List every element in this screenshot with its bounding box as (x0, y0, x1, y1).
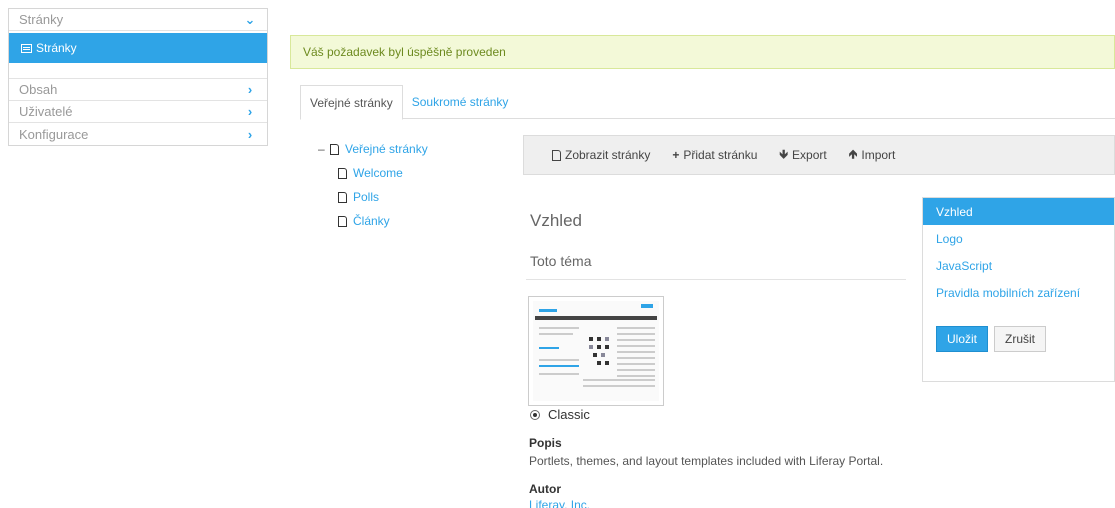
page-icon (330, 143, 339, 155)
preview-text-line (539, 347, 559, 349)
page-tree: – Veřejné stránky Welcome Polls Články (318, 137, 428, 233)
sidebar-section-label: Uživatelé (19, 104, 73, 119)
page-toolbar: Zobrazit stránky + Přidat stránku 🡻 Expo… (523, 135, 1115, 175)
tree-node-articles[interactable]: Články (318, 209, 428, 233)
export-button[interactable]: 🡻 Export (779, 145, 826, 166)
preview-button-shape (641, 304, 653, 308)
preview-text-line (539, 333, 573, 335)
chevron-down-icon: ⌄ (244, 11, 256, 27)
sidebar-section-pages[interactable]: Stránky ⌄ (9, 9, 267, 31)
pages-icon (21, 43, 32, 53)
chevron-right-icon: › (247, 104, 253, 119)
import-button[interactable]: 🡹 Import (849, 145, 896, 166)
sidebar-section-label: Konfigurace (19, 126, 89, 142)
sidebar-section-content[interactable]: Obsah › (9, 79, 267, 101)
sidebar-divider (9, 71, 267, 79)
preview-square (597, 361, 601, 365)
tree-node-label[interactable]: Články (353, 214, 390, 228)
panel-item-mobile-rules[interactable]: Pravidla mobilních zařízení (923, 279, 1114, 306)
tree-node-label[interactable]: Veřejné stránky (345, 142, 428, 156)
page-icon (338, 191, 347, 203)
preview-square (589, 345, 593, 349)
sidebar-item-pages[interactable]: Stránky (9, 33, 267, 63)
description-label: Popis (529, 436, 562, 450)
tree-node-label[interactable]: Polls (353, 190, 379, 204)
preview-square (597, 337, 601, 341)
cancel-button[interactable]: Zrušit (994, 326, 1047, 352)
preview-square (593, 353, 597, 357)
preview-text-line (617, 351, 655, 353)
page-icon (338, 167, 347, 179)
theme-preview-image (533, 301, 659, 401)
sidebar-section-configuration[interactable]: Konfigurace › (9, 123, 267, 145)
theme-name: Classic (548, 407, 590, 422)
sidebar: Stránky ⌄ Stránky Obsah › Uživatelé › Ko… (8, 8, 268, 146)
author-link[interactable]: Liferay, Inc. (529, 498, 590, 508)
page-title: Vzhled (530, 211, 582, 230)
preview-square (597, 345, 601, 349)
preview-text-line (617, 369, 655, 371)
preview-text-line (539, 359, 579, 361)
preview-nav-bar (535, 316, 657, 320)
sidebar-section-label: Obsah (19, 82, 58, 97)
tree-node-welcome[interactable]: Welcome (318, 161, 428, 185)
preview-text-line (617, 333, 655, 335)
page-icon (338, 215, 347, 227)
collapse-icon[interactable]: – (318, 142, 330, 156)
section-divider (526, 279, 906, 280)
plus-icon: + (672, 148, 680, 162)
export-label: Export (792, 148, 827, 162)
sidebar-section-label: Stránky (19, 12, 64, 27)
chevron-right-icon: › (247, 126, 253, 142)
preview-square (601, 353, 605, 357)
tab-bar: Veřejné stránky Soukromé stránky (300, 85, 1115, 120)
preview-logo-shape (539, 309, 557, 312)
preview-text-line (617, 363, 655, 365)
section-title: Toto téma (530, 253, 592, 269)
preview-square (589, 337, 593, 341)
panel-buttons: Uložit Zrušit (923, 326, 1114, 352)
tab-public-pages[interactable]: Veřejné stránky (300, 85, 403, 120)
sidebar-section-users[interactable]: Uživatelé › (9, 101, 267, 123)
preview-text-line (617, 327, 655, 329)
preview-text-line (617, 339, 655, 341)
preview-square (605, 345, 609, 349)
preview-text-line (539, 365, 579, 367)
import-label: Import (861, 148, 896, 162)
view-pages-label: Zobrazit stránky (565, 148, 651, 162)
theme-thumbnail[interactable] (528, 296, 664, 406)
preview-text-line (539, 373, 579, 375)
preview-text-line (539, 327, 579, 329)
look-and-feel-panel: Vzhled Logo JavaScript Pravidla mobilníc… (922, 197, 1115, 382)
add-page-label: Přidat stránku (683, 148, 758, 162)
preview-text-line (583, 385, 655, 387)
alert-message: Váš požadavek byl úspěšně proveden (303, 45, 506, 59)
add-page-button[interactable]: + Přidat stránku (672, 148, 757, 162)
preview-text-line (617, 375, 655, 377)
author-label: Autor (529, 482, 561, 496)
preview-square (605, 361, 609, 365)
panel-item-look[interactable]: Vzhled (923, 198, 1114, 225)
preview-text-line (583, 379, 655, 381)
preview-text-line (617, 357, 655, 359)
tree-root-node[interactable]: – Veřejné stránky (318, 137, 428, 161)
sidebar-item-label: Stránky (36, 41, 77, 55)
tree-node-label[interactable]: Welcome (353, 166, 403, 180)
arrow-down-icon: 🡻 (779, 146, 789, 161)
arrow-up-icon: 🡹 (848, 146, 858, 161)
page-icon (552, 149, 561, 161)
panel-item-logo[interactable]: Logo (923, 225, 1114, 252)
theme-radio[interactable] (530, 409, 540, 420)
chevron-right-icon: › (247, 82, 253, 97)
success-alert: Váš požadavek byl úspěšně proveden (290, 35, 1115, 69)
tab-private-pages[interactable]: Soukromé stránky (403, 85, 518, 119)
save-button[interactable]: Uložit (936, 326, 989, 352)
tree-node-polls[interactable]: Polls (318, 185, 428, 209)
description-text: Portlets, themes, and layout templates i… (529, 454, 884, 468)
view-pages-button[interactable]: Zobrazit stránky (552, 148, 650, 162)
preview-square (605, 337, 609, 341)
panel-item-javascript[interactable]: JavaScript (923, 252, 1114, 279)
theme-option[interactable]: Classic (530, 407, 590, 422)
preview-text-line (617, 345, 655, 347)
